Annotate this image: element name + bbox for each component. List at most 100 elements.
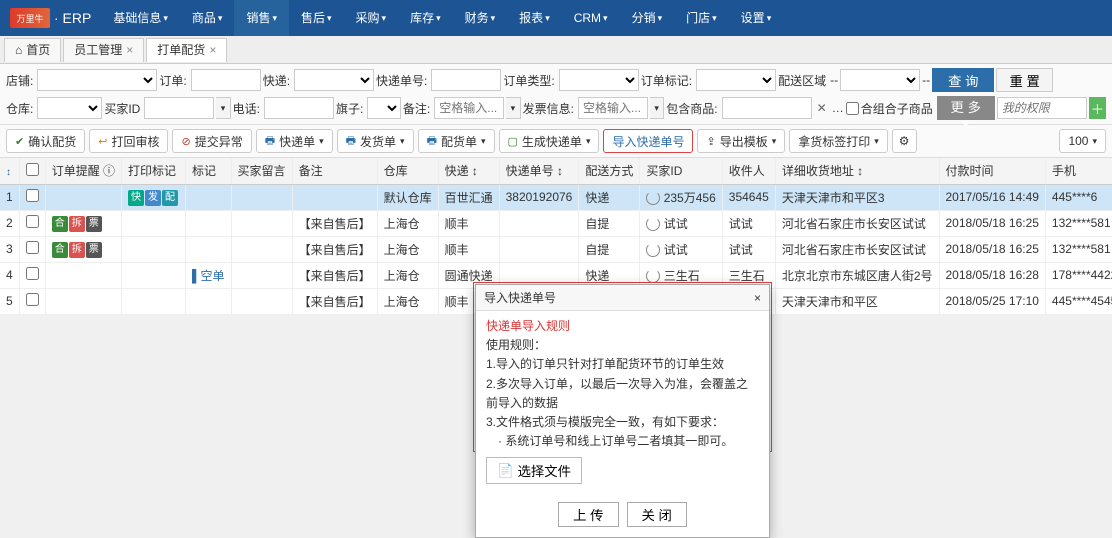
more-button[interactable]: 更 多 ▾ [937,96,995,120]
file-icon: 📄 [497,463,514,479]
col-address[interactable]: 详细收货地址 ↕ [775,158,939,184]
page-tabs: ⌂ 首页 员工管理 × 打单配货 × [0,36,1112,64]
contain-input[interactable] [722,97,812,119]
upload-button[interactable]: 上 传 [558,502,618,527]
label-order: 订单: [159,72,188,89]
col-receiver[interactable]: 收件人 [722,158,775,184]
nav-stock[interactable]: 库存▾ [398,0,453,36]
express-no-input[interactable] [431,69,501,91]
reset-button[interactable]: 重 置 [996,68,1052,92]
label-express: 快递: [263,72,292,89]
top-nav: 万里牛 · ERP 基础信息▾ 商品▾ 销售▾ 售后▾ 采购▾ 库存▾ 财务▾ … [0,0,1112,36]
col-mark[interactable]: 标记 [186,158,232,184]
order-tag-select[interactable] [696,69,776,91]
tab-home[interactable]: ⌂ 首页 [4,38,61,62]
logo: 万里牛 · ERP [10,8,101,28]
nav-store[interactable]: 门店▾ [674,0,729,36]
col-ship[interactable]: 配送方式 [579,158,640,184]
col-msg[interactable]: 买家留言 [231,158,292,184]
tab-picking[interactable]: 打单配货 × [146,38,227,62]
clear-icon[interactable]: ✕ [814,101,830,115]
nav-setting[interactable]: 设置▾ [729,0,784,36]
label-shop: 店铺: [6,72,35,89]
use-label: 使用规则： [486,336,759,355]
express-select[interactable] [294,69,374,91]
nav-crm[interactable]: CRM▾ [562,0,620,36]
choose-file-button[interactable]: 📄选择文件 [486,457,582,484]
delivery-sheet-button[interactable]: 🖶发货单▾ [337,129,414,153]
flag-select[interactable] [367,97,401,119]
tab-staff[interactable]: 员工管理 × [63,38,144,62]
settings-button[interactable]: ⚙ [892,129,917,153]
print-icon: 🖶 [346,132,356,151]
phone-input[interactable] [264,97,334,119]
warehouse-select[interactable] [37,97,102,119]
print-audit-button[interactable]: ↩打回审核 [89,129,168,153]
row-checkbox[interactable] [26,293,39,306]
print-icon: 🖶 [427,132,437,151]
nav-basic[interactable]: 基础信息▾ [101,0,180,36]
nav-report[interactable]: 报表▾ [507,0,562,36]
row-checkbox[interactable] [26,215,39,228]
col-remark[interactable]: 备注 [292,158,377,184]
remark-input[interactable] [434,97,504,119]
page-size-select[interactable]: 100▾ [1059,129,1106,153]
rule-header: 快递单导入规则 [486,317,759,336]
close-button[interactable]: 关 闭 [627,502,687,527]
export-template-button[interactable]: ⇪导出模板▾ [697,129,785,153]
nav-sales[interactable]: 销售▾ [234,0,289,36]
return-icon: ↩ [98,135,107,148]
nav-dist[interactable]: 分销▾ [620,0,675,36]
row-checkbox[interactable] [26,189,39,202]
table-row[interactable]: 3合拆票【来自售后】上海仓顺丰自提 试试试试河北省石家庄市长安区试试2018/0… [0,236,1112,262]
col-checkbox[interactable] [19,158,45,184]
table-row[interactable]: 2合拆票【来自售后】上海仓顺丰自提 试试试试河北省石家庄市长安区试试2018/0… [0,210,1112,236]
col-express[interactable]: 快递 ↕ [438,158,499,184]
import-express-button[interactable]: 导入快递单号 [603,129,693,153]
check-icon: ✔ [15,135,24,148]
gen-express-button[interactable]: ▢生成快递单▾ [499,129,600,153]
chevron-down-icon[interactable]: ▾ [216,97,230,119]
confirm-picking-button[interactable]: ✔确认配货 [6,129,85,153]
order-type-select[interactable] [559,69,639,91]
privilege-input[interactable] [997,97,1087,119]
picking-sheet-button[interactable]: 🖶配货单▾ [418,129,495,153]
close-icon[interactable]: × [754,291,761,305]
close-icon[interactable]: × [126,38,133,62]
col-phone[interactable]: 手机 [1045,158,1112,184]
close-icon[interactable]: × [209,38,216,62]
col-paytime[interactable]: 付款时间 [939,158,1045,184]
combine-checkbox[interactable] [846,102,859,115]
col-reminder[interactable]: 订单提醒 ⓘ [45,158,121,184]
row-checkbox[interactable] [26,267,39,280]
combine-label: 合组合子商品 [861,100,935,117]
col-buyer[interactable]: 买家ID [640,158,722,184]
shop-select[interactable] [37,69,157,91]
pick-label-button[interactable]: 拿货标签打印▾ [789,129,888,153]
add-button[interactable]: ＋ [1089,97,1106,119]
region-select[interactable] [840,69,920,91]
table-row[interactable]: 1快发配默认仓库百世汇通3820192076快递 235万456354645天津… [0,184,1112,210]
nav-aftersale[interactable]: 售后▾ [289,0,344,36]
query-button[interactable]: 查 询 [932,68,994,92]
buyer-input[interactable] [144,97,214,119]
label-warehouse: 仓库: [6,100,35,117]
row-checkbox[interactable] [26,241,39,254]
express-sheet-button[interactable]: 🖶快递单▾ [256,129,333,153]
refresh-icon [646,191,660,205]
col-express-no[interactable]: 快递单号 ↕ [499,158,579,184]
label-region: 配送区域 [778,72,828,89]
label-contain: 包含商品: [666,100,719,117]
logo-icon: 万里牛 [10,8,50,28]
col-index[interactable]: ↕ [0,158,19,184]
nav-goods[interactable]: 商品▾ [180,0,235,36]
invoice-input[interactable] [578,97,648,119]
submit-exception-button[interactable]: ⊘提交异常 [172,129,251,153]
order-input[interactable] [191,69,261,91]
nav-purchase[interactable]: 采购▾ [344,0,399,36]
label-order-tag: 订单标记: [641,72,694,89]
brand-suffix: · ERP [54,10,91,26]
col-warehouse[interactable]: 仓库 [377,158,438,184]
col-print[interactable]: 打印标记 [122,158,186,184]
nav-finance[interactable]: 财务▾ [453,0,508,36]
